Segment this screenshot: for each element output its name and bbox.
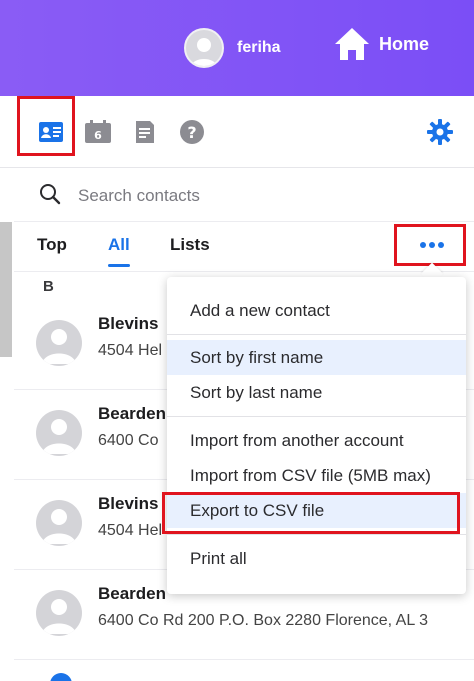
- contact-tabs: Top All Lists: [14, 222, 474, 272]
- more-dots-icon: [420, 242, 444, 248]
- svg-text:?: ?: [187, 123, 196, 142]
- more-options-button[interactable]: [419, 238, 445, 252]
- contact-name: Bearden: [98, 584, 167, 603]
- contact-address: 6400 Co Rd 200 P.O. Box 2280 Florence, A…: [98, 612, 428, 629]
- contacts-card-icon: [39, 122, 63, 142]
- gear-icon: [427, 119, 453, 145]
- user-name: feriha: [237, 39, 281, 56]
- search-icon: [40, 184, 61, 205]
- user-account[interactable]: feriha: [184, 28, 281, 68]
- toolbar: 6 ?: [0, 96, 474, 168]
- home-link[interactable]: Home: [333, 26, 429, 62]
- menu-item-sort-first-name[interactable]: Sort by first name: [167, 340, 466, 375]
- calendar-tab-button[interactable]: 6: [84, 118, 112, 146]
- person-icon: [42, 599, 76, 634]
- menu-item-add-contact[interactable]: Add a new contact: [167, 293, 466, 328]
- tab-all[interactable]: All: [108, 235, 130, 255]
- contact-avatar: [36, 500, 82, 546]
- menu-divider: [167, 416, 466, 417]
- calendar-badge: 6: [94, 129, 102, 142]
- settings-button[interactable]: [426, 118, 454, 146]
- contact-avatar-partial: [50, 673, 72, 681]
- calendar-icon: 6: [85, 120, 111, 143]
- person-icon: [190, 38, 218, 66]
- menu-divider: [167, 334, 466, 335]
- contact-name: Blevins: [98, 494, 159, 513]
- menu-item-import-account[interactable]: Import from another account: [167, 423, 466, 458]
- help-icon: ?: [180, 120, 204, 144]
- menu-item-sort-last-name[interactable]: Sort by last name: [167, 375, 466, 410]
- search-input[interactable]: [78, 182, 458, 210]
- app-header: feriha Home: [0, 0, 474, 96]
- tab-top[interactable]: Top: [37, 235, 67, 255]
- person-icon: [42, 419, 76, 454]
- notepad-icon: [136, 121, 154, 143]
- contacts-tab-button[interactable]: [37, 118, 65, 146]
- contact-name: Blevins: [98, 314, 159, 333]
- help-tab-button[interactable]: ?: [178, 118, 206, 146]
- menu-divider: [167, 534, 466, 535]
- menu-item-import-csv[interactable]: Import from CSV file (5MB max): [167, 458, 466, 493]
- scrollbar-thumb[interactable]: [0, 222, 12, 357]
- more-options-menu: Add a new contact Sort by first name Sor…: [167, 277, 466, 594]
- section-letter: B: [43, 278, 54, 295]
- menu-item-print-all[interactable]: Print all: [167, 541, 466, 576]
- contact-avatar: [36, 590, 82, 636]
- notepad-tab-button[interactable]: [131, 118, 159, 146]
- search-bar: [14, 168, 474, 222]
- contact-avatar: [36, 410, 82, 456]
- person-icon: [42, 329, 76, 364]
- highlight-box-export: [162, 492, 460, 534]
- home-icon: [335, 28, 369, 60]
- active-tab-indicator: [108, 264, 130, 267]
- contact-avatar: [36, 320, 82, 366]
- user-avatar: [184, 28, 224, 68]
- contact-name: Bearden: [98, 404, 167, 423]
- person-icon: [42, 509, 76, 544]
- tab-lists[interactable]: Lists: [170, 235, 210, 255]
- home-label: Home: [379, 33, 430, 54]
